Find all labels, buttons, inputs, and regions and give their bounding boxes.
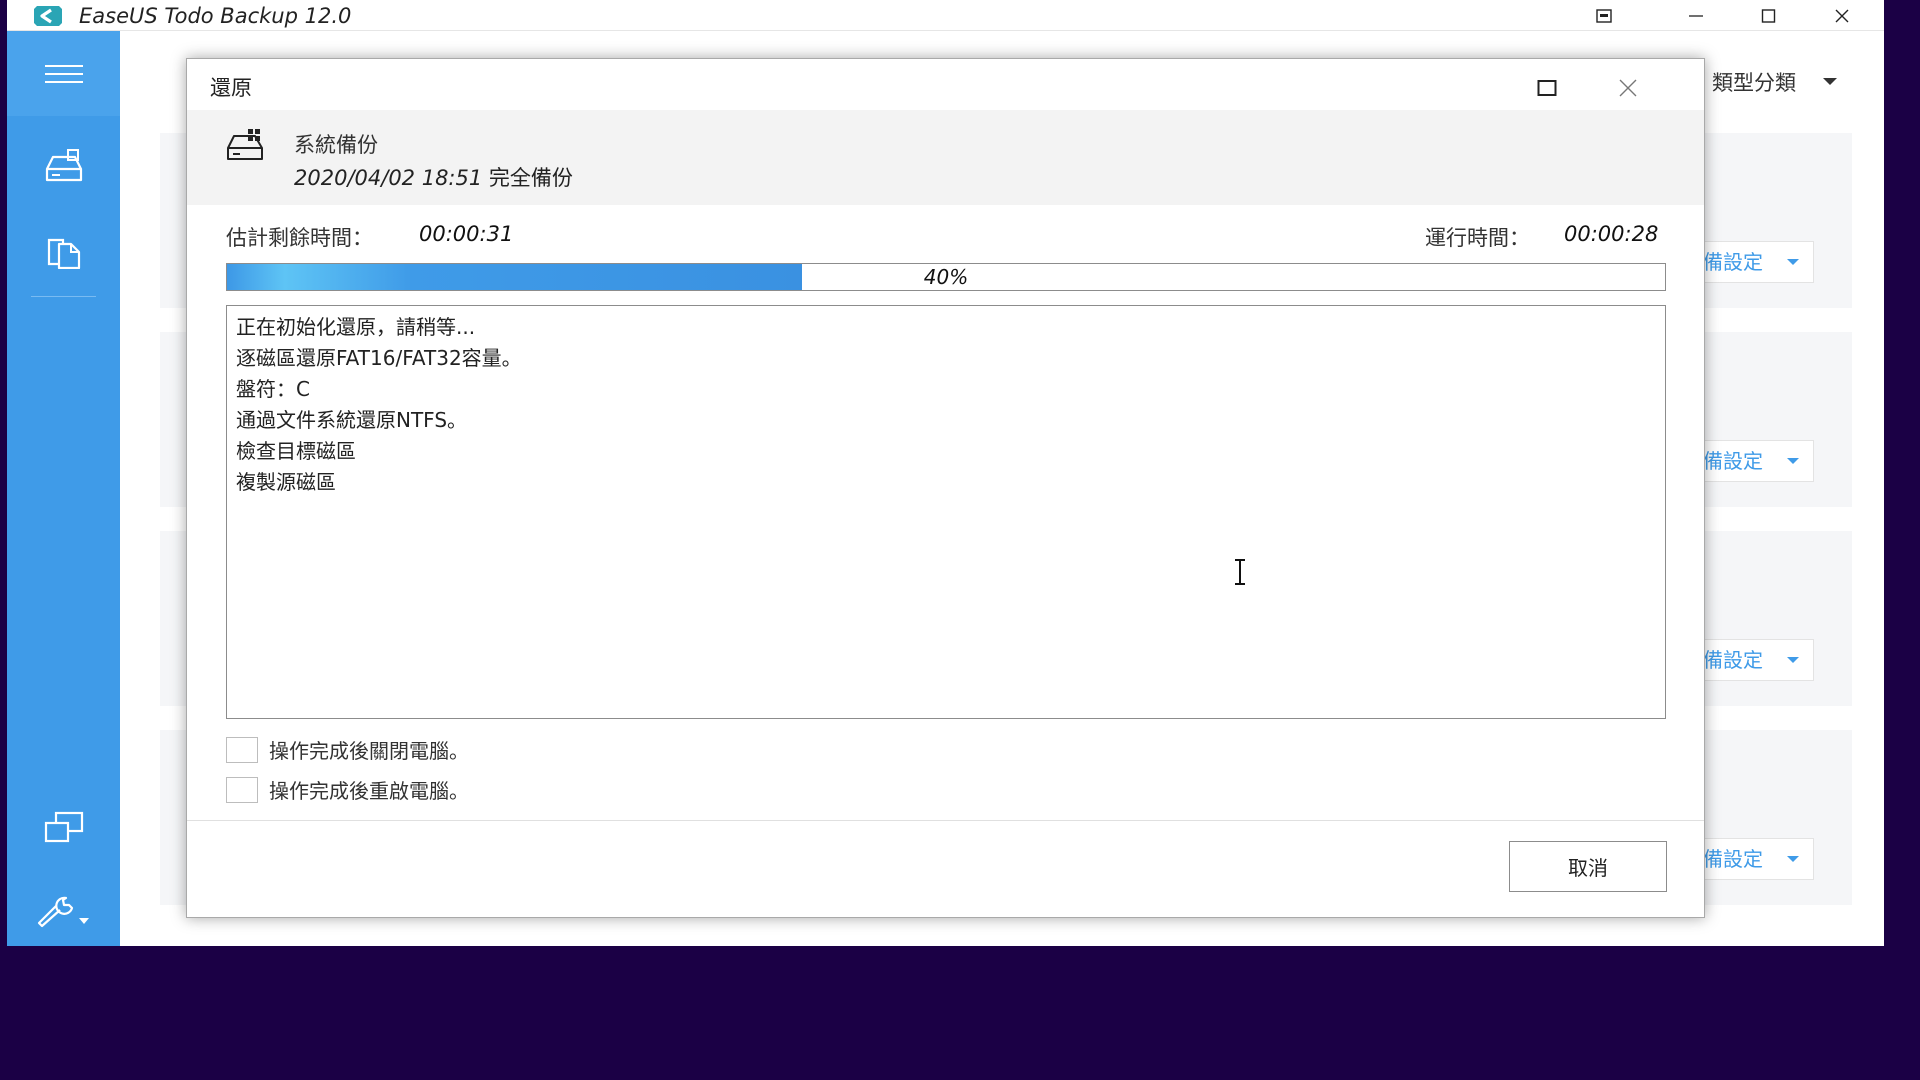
backup-name: 系統備份 [294,133,378,157]
sidebar-item-tools[interactable] [7,887,120,937]
log-line: 盤符：C [236,377,310,401]
backup-type: 完全備份 [488,166,573,190]
maximize-icon [1537,80,1557,96]
app-title: EaseUS Todo Backup 12.0 [79,4,352,28]
eta-value: 00:00:31 [419,222,514,246]
shutdown-option[interactable]: 操作完成後關閉電腦。 [226,735,469,764]
log-line: 通過文件系統還原NTFS。 [236,408,468,432]
chevron-down-icon [1787,657,1799,663]
card-settings-button[interactable]: 備設定 [1700,241,1814,283]
chevron-down-icon [1787,259,1799,265]
eta-label: 估計剩餘時間： [226,226,373,250]
close-button[interactable] [1811,0,1873,31]
log-line: 複製源磁區 [236,470,336,494]
backup-date: 2020/04/02 18:51 [294,166,483,190]
app-titlebar: EaseUS Todo Backup 12.0 [7,0,1884,31]
chevron-down-icon [1787,458,1799,464]
backup-date-line: 2020/04/02 18:51 完全備份 [294,162,573,192]
shutdown-option-label: 操作完成後關閉電腦。 [269,739,469,763]
shutdown-checkbox[interactable] [226,736,258,763]
cancel-button[interactable]: 取消 [1509,841,1667,892]
sidebar-item-system-transfer[interactable] [7,802,120,852]
dialog-close-button[interactable] [1615,75,1641,101]
maximize-button[interactable] [1738,0,1800,31]
restore-progress-bar: 40% [226,263,1666,291]
text-cursor-icon [1235,559,1245,585]
log-line: 逐磁區還原FAT16/FAT32容量。 [236,346,522,370]
backup-info-header: 系統備份 2020/04/02 18:51 完全備份 [187,110,1704,205]
sidebar [7,31,120,946]
system-transfer-icon [44,811,83,843]
easeus-logo-icon [33,5,63,27]
card-settings-button[interactable]: 備設定 [1700,440,1814,482]
log-line: 檢查目標磁區 [236,439,356,463]
footer-divider [187,820,1704,821]
restart-option-label: 操作完成後重啟電腦。 [269,779,469,803]
chevron-down-icon [1787,856,1799,862]
sidebar-divider [31,296,96,297]
dialog-maximize-button[interactable] [1534,75,1560,101]
log-line: 正在初始化還原，請稍等... [236,315,476,339]
card-settings-button[interactable]: 備設定 [1700,838,1814,880]
elapsed-value: 00:00:28 [1564,222,1659,246]
minimize-icon [1689,14,1703,17]
window-mode-button[interactable] [1573,0,1635,31]
restore-log[interactable]: 正在初始化還原，請稍等... 逐磁區還原FAT16/FAT32容量。 盤符：C … [226,305,1666,719]
minimize-button[interactable] [1665,0,1727,31]
sidebar-item-clone[interactable] [7,227,120,277]
sort-chevron-down-icon[interactable] [1823,78,1837,85]
system-backup-icon [225,128,265,166]
tools-icon [37,896,89,928]
card-settings-button[interactable]: 備設定 [1700,639,1814,681]
close-icon [1835,9,1849,22]
elapsed-label: 運行時間： [1425,226,1530,250]
card-settings-label: 備設定 [1703,250,1763,274]
restart-option[interactable]: 操作完成後重啟電腦。 [226,775,469,804]
window-mode-icon [1596,8,1612,23]
dialog-title: 還原 [210,76,252,100]
card-settings-label: 備設定 [1703,449,1763,473]
sort-dropdown-label[interactable]: 類型分類 [1712,67,1796,97]
sidebar-item-backup[interactable] [7,141,120,191]
close-icon [1619,79,1637,97]
backup-drive-icon [45,149,82,182]
menu-icon [44,64,83,83]
restart-checkbox[interactable] [226,776,258,803]
restore-dialog: 還原 系統備份 2020/04/02 18:51 完全備份 估計剩餘時間： 00… [186,58,1705,918]
maximize-icon [1761,8,1776,23]
menu-button[interactable] [7,31,120,116]
card-settings-label: 備設定 [1703,847,1763,871]
card-settings-label: 備設定 [1703,648,1763,672]
progress-percent-text: 40% [923,265,969,289]
clone-icon [47,238,80,269]
